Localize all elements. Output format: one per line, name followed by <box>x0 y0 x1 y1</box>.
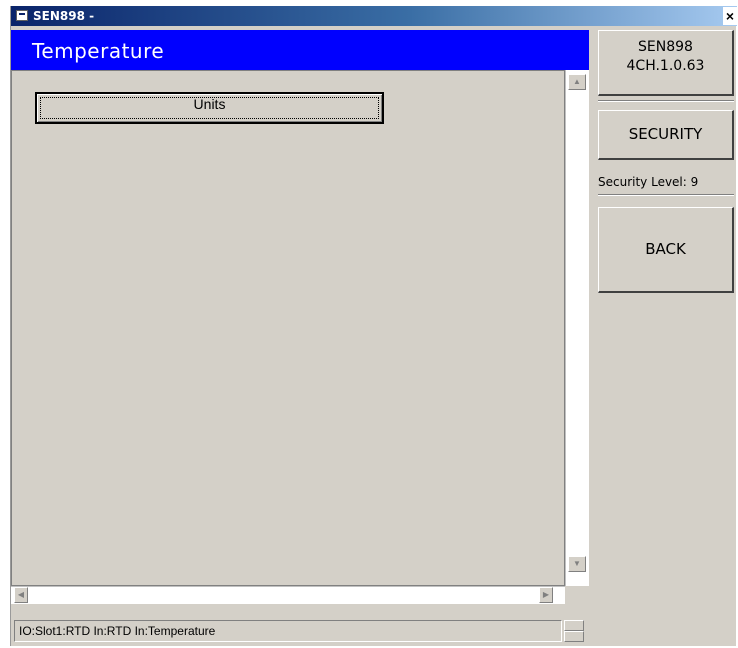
arrow-down-icon[interactable]: ▼ <box>568 556 586 572</box>
page-header: Temperature <box>11 30 589 70</box>
back-button[interactable]: BACK <box>598 207 734 293</box>
status-path: IO:Slot1:RTD In:RTD In:Temperature <box>14 620 562 642</box>
close-icon[interactable]: × <box>723 7 737 25</box>
device-version-box: SEN898 4CH.1.0.63 <box>598 30 734 96</box>
security-button[interactable]: SECURITY <box>598 110 734 160</box>
status-spinner[interactable] <box>564 620 584 642</box>
spin-down-button[interactable] <box>564 631 584 642</box>
arrow-up-icon[interactable]: ▲ <box>568 74 586 90</box>
arrow-right-icon[interactable]: ▶ <box>539 587 553 603</box>
page-title: Temperature <box>32 39 165 63</box>
app-window-icon <box>16 10 28 21</box>
units-button-label: Units <box>193 96 226 112</box>
window-title: SEN898 - <box>33 9 95 23</box>
horizontal-scrollbar[interactable]: ◀ ▶ <box>11 586 565 604</box>
menu-list-area <box>11 70 565 586</box>
title-bar[interactable]: SEN898 - × <box>11 6 737 26</box>
vertical-scrollbar[interactable]: ▲ ▼ <box>565 70 589 586</box>
device-model: SEN898 <box>638 39 693 55</box>
arrow-left-icon[interactable]: ◀ <box>14 587 28 603</box>
spin-up-button[interactable] <box>564 620 584 631</box>
security-level-label: Security Level: 9 <box>598 175 699 189</box>
sidebar-divider <box>598 194 734 196</box>
sidebar-divider <box>598 100 734 102</box>
units-button[interactable]: Units <box>35 92 384 124</box>
firmware-version: 4CH.1.0.63 <box>626 58 705 74</box>
